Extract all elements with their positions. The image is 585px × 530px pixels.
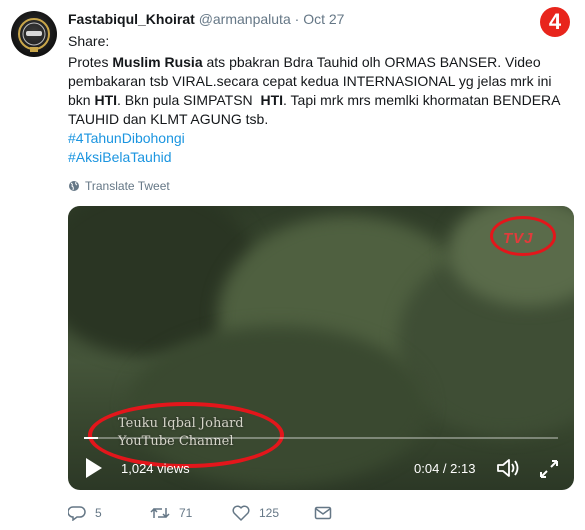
annotation-circle-logo: [490, 216, 556, 256]
reply-button[interactable]: 5: [68, 505, 150, 521]
display-name[interactable]: Fastabiqul_Khoirat: [68, 11, 195, 27]
separator-dot: ·: [294, 11, 300, 27]
message-icon: [314, 506, 332, 520]
tweet-body-line-1: Protes Muslim Rusia ats pbakran Bdra Tau…: [68, 54, 541, 70]
direct-message-button[interactable]: [314, 505, 332, 521]
retweet-icon: [150, 507, 170, 519]
tweet-date[interactable]: Oct 27: [303, 11, 344, 27]
hashtag-link[interactable]: #4TahunDibohongi: [68, 129, 573, 148]
fullscreen-icon[interactable]: [538, 458, 560, 480]
video-player[interactable]: TVJ Teuku Iqbal Johard YouTube Channel 1…: [68, 206, 574, 490]
volume-icon[interactable]: [496, 457, 522, 479]
tweet-body-line-2: pembakaran tsb VIRAL.secara cepat kedua …: [68, 73, 552, 89]
reply-count: 5: [95, 506, 102, 520]
video-progress-fill: [84, 437, 99, 439]
tweet-body-line-4: TAUHID dan KLMT AGUNG tsb.: [68, 111, 269, 127]
hashtag-link[interactable]: #AksiBelaTauhid: [68, 148, 573, 167]
view-count: 1,024 views: [121, 461, 190, 476]
tweet-header: Fastabiqul_Khoirat @armanpaluta · Oct 27: [68, 11, 344, 27]
avatar-emblem-icon: [18, 18, 50, 52]
tweet-intro: Share:: [68, 33, 110, 49]
play-icon[interactable]: [86, 458, 102, 478]
tweet-body-line-3: bkn HTI. Bkn pula SIMPATSN HTI. Tapi mrk…: [68, 92, 561, 108]
translate-label: Translate Tweet: [85, 179, 170, 193]
retweet-button[interactable]: 71: [150, 505, 232, 521]
avatar[interactable]: [11, 11, 57, 57]
like-button[interactable]: 125: [232, 505, 314, 521]
annotation-circle-watermark: [88, 402, 284, 468]
globe-icon: [69, 181, 79, 191]
hashtag-list: #4TahunDibohongi #AksiBelaTauhid: [68, 129, 573, 167]
video-time: 0:04 / 2:13: [414, 461, 476, 476]
reply-icon: [68, 506, 86, 521]
user-handle[interactable]: @armanpaluta: [199, 11, 291, 27]
translate-tweet-link[interactable]: Translate Tweet: [68, 179, 170, 193]
video-progress-bar[interactable]: [84, 437, 558, 439]
like-count: 125: [259, 506, 280, 520]
retweet-count: 71: [179, 506, 193, 520]
like-icon: [232, 505, 250, 521]
tweet-body: Protes Muslim Rusia ats pbakran Bdra Tau…: [68, 53, 573, 129]
tweet-actions: 5 71 125: [68, 505, 332, 521]
